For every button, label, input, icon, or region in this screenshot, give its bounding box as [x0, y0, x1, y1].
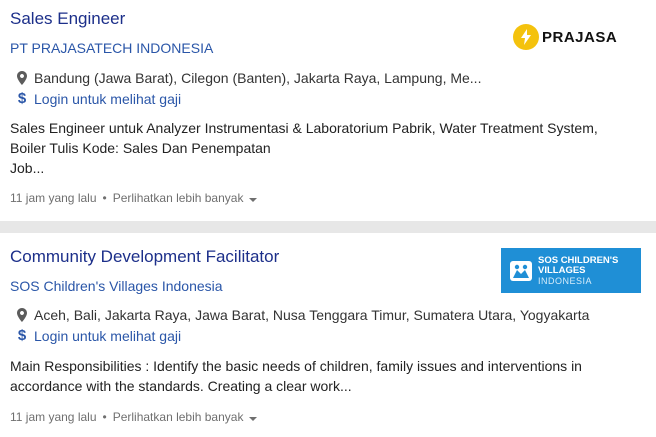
job-card[interactable]: Sales Engineer PT PRAJASATECH INDONESIA …: [0, 0, 656, 221]
job-title[interactable]: Sales Engineer: [10, 9, 125, 29]
company-name[interactable]: PT PRAJASATECH INDONESIA: [10, 40, 213, 56]
location-pin-icon: [14, 71, 30, 85]
company-name[interactable]: SOS Children's Villages Indonesia: [10, 278, 223, 294]
logo-line: INDONESIA: [538, 275, 593, 286]
show-more-button[interactable]: Perlihatkan lebih banyak: [113, 191, 258, 205]
logo-line: VILLAGES: [538, 264, 586, 276]
snippet-line: Main Responsibilities : Identify the bas…: [10, 358, 582, 374]
snippet-line: Job...: [10, 160, 45, 176]
show-more-label: Perlihatkan lebih banyak: [112, 410, 244, 424]
caret-down-icon: [249, 198, 258, 202]
company-logo[interactable]: PRAJASA: [513, 22, 628, 52]
logo-text: PRAJASA: [542, 28, 618, 46]
job-location: Aceh, Bali, Jakarta Raya, Jawa Barat, Nu…: [14, 307, 589, 323]
job-salary[interactable]: $ Login untuk melihat gaji: [14, 327, 181, 344]
job-snippet: Main Responsibilities : Identify the bas…: [10, 356, 630, 396]
company-logo[interactable]: SOS CHILDREN'S VILLAGES INDONESIA: [501, 248, 641, 293]
sos-children-icon: [510, 260, 532, 281]
dollar-icon: $: [17, 327, 27, 344]
job-location: Bandung (Jawa Barat), Cilegon (Banten), …: [14, 70, 481, 86]
job-footer: 11 jam yang lalu • Perlihatkan lebih ban…: [10, 410, 258, 424]
posted-time: 11 jam yang lalu: [10, 191, 97, 205]
dollar-icon: $: [17, 90, 27, 107]
snippet-line: Boiler Tulis Kode: Sales Dan Penempatan: [10, 140, 271, 156]
separator-dot: •: [102, 410, 107, 424]
job-footer: 11 jam yang lalu • Perlihatkan lebih ban…: [10, 191, 258, 205]
salary-login-link[interactable]: Login untuk melihat gaji: [34, 91, 181, 107]
logo-line: SOS CHILDREN'S: [538, 254, 619, 266]
job-title[interactable]: Community Development Facilitator: [10, 247, 279, 267]
logo-text: SOS CHILDREN'S VILLAGES INDONESIA: [538, 254, 619, 286]
show-more-button[interactable]: Perlihatkan lebih banyak: [113, 410, 258, 424]
job-salary[interactable]: $ Login untuk melihat gaji: [14, 90, 181, 107]
show-more-label: Perlihatkan lebih banyak: [112, 191, 244, 205]
snippet-line: Sales Engineer untuk Analyzer Instrument…: [10, 120, 598, 136]
location-pin-icon: [14, 308, 30, 322]
location-text: Aceh, Bali, Jakarta Raya, Jawa Barat, Nu…: [34, 307, 590, 323]
caret-down-icon: [249, 417, 258, 421]
snippet-line: accordance with the standards. Creating …: [10, 378, 352, 394]
separator-dot: •: [102, 191, 107, 205]
location-text: Bandung (Jawa Barat), Cilegon (Banten), …: [34, 70, 482, 86]
job-snippet: Sales Engineer untuk Analyzer Instrument…: [10, 118, 630, 178]
salary-login-link[interactable]: Login untuk melihat gaji: [34, 328, 181, 344]
lightning-bolt-icon: [513, 24, 539, 50]
posted-time: 11 jam yang lalu: [10, 410, 97, 424]
